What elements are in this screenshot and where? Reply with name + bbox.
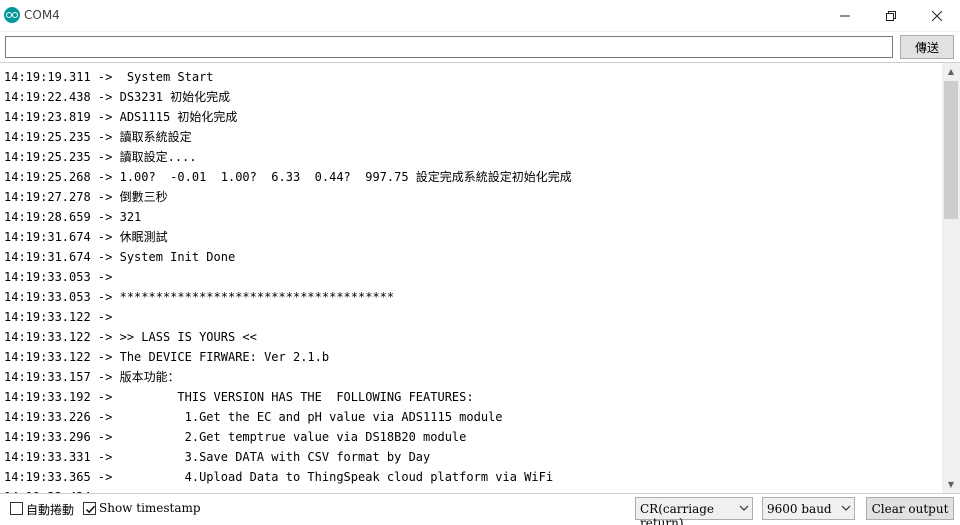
chevron-down-icon <box>739 505 749 511</box>
output-line: 14:19:33.296 -> 2.Get temptrue value via… <box>4 430 467 444</box>
output-line: 14:19:33.192 -> THIS VERSION HAS THE FOL… <box>4 390 474 404</box>
output-line: 14:19:22.438 -> DS3231 初始化完成 <box>4 90 231 104</box>
send-button[interactable]: 傳送 <box>900 35 954 59</box>
title-bar: COM4 <box>0 0 960 32</box>
output-line: 14:19:33.365 -> 4.Upload Data to ThingSp… <box>4 470 554 484</box>
send-input[interactable] <box>5 36 893 58</box>
autoscroll-checkbox[interactable] <box>10 502 23 515</box>
maximize-button[interactable] <box>868 0 914 32</box>
output-line: 14:19:33.226 -> 1.Get the EC and pH valu… <box>4 410 503 424</box>
output-line: 14:19:27.278 -> 倒數三秒 <box>4 190 168 204</box>
autoscroll-label: 自動捲動 <box>26 503 75 517</box>
scroll-thumb[interactable] <box>944 81 958 219</box>
close-icon <box>932 11 942 21</box>
chevron-down-icon <box>841 505 851 511</box>
line-ending-select[interactable]: CR(carriage return) <box>635 497 753 525</box>
line-ending-value: CR(carriage return) <box>640 502 715 525</box>
vertical-scrollbar[interactable]: ▲ ▼ <box>942 63 960 493</box>
output-line: 14:19:19.311 -> System Start <box>4 70 214 84</box>
output-lines: 14:19:19.311 -> System Start 14:19:22.438… <box>4 67 934 493</box>
maximize-icon <box>886 11 896 21</box>
arduino-icon <box>4 7 20 23</box>
serial-output[interactable]: 14:19:19.311 -> System Start 14:19:22.438… <box>0 62 960 494</box>
checkmark-icon <box>86 505 96 514</box>
bottom-bar: 自動捲動 Show timestamp CR(carriage return) … <box>0 494 960 525</box>
output-line: 14:19:33.053 -> <box>4 270 120 284</box>
output-line: 14:19:31.674 -> System Init Done <box>4 250 236 264</box>
output-line: 14:19:28.659 -> 321 <box>4 210 142 224</box>
clear-output-button[interactable]: Clear output <box>866 497 954 520</box>
output-line: 14:19:33.122 -> >> LASS IS YOURS << <box>4 330 257 344</box>
baud-rate-select[interactable]: 9600 baud <box>762 497 855 520</box>
minimize-icon <box>840 15 850 17</box>
output-line: 14:19:33.434 -> <box>4 487 934 493</box>
close-button[interactable] <box>914 0 960 32</box>
baud-rate-value: 9600 baud <box>767 502 832 516</box>
output-line: 14:19:33.122 -> <box>4 310 120 324</box>
output-line: 14:19:33.053 -> ************************… <box>4 290 395 304</box>
timestamp-label: Show timestamp <box>99 501 201 515</box>
output-line: 14:19:25.268 -> 1.00? -0.01 1.00? 6.33 0… <box>4 170 572 184</box>
output-line: 14:19:23.819 -> ADS1115 初始化完成 <box>4 110 238 124</box>
output-line: 14:19:33.331 -> 3.Save DATA with CSV for… <box>4 450 431 464</box>
output-line: 14:19:33.122 -> The DEVICE FIRWARE: Ver … <box>4 350 330 364</box>
minimize-button[interactable] <box>822 0 868 32</box>
timestamp-checkbox[interactable] <box>83 502 96 515</box>
scroll-up-icon[interactable]: ▲ <box>942 63 960 80</box>
output-line: 14:19:33.157 -> 版本功能： <box>4 370 180 384</box>
output-line: 14:19:25.235 -> 讀取系統設定 <box>4 130 192 144</box>
output-line: 14:19:31.674 -> 休眠測試 <box>4 230 168 244</box>
output-line: 14:19:25.235 -> 讀取設定.... <box>4 150 197 164</box>
send-row: 傳送 <box>0 32 960 62</box>
scroll-down-icon[interactable]: ▼ <box>942 476 960 493</box>
window-title: COM4 <box>24 8 60 22</box>
